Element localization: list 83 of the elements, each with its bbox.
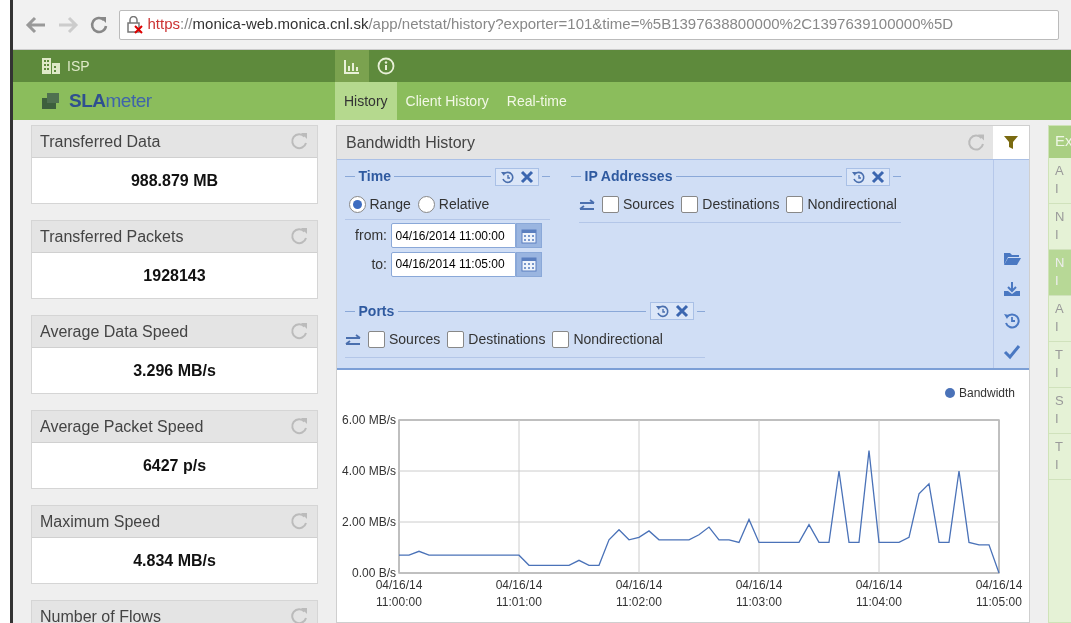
app-logo: SLAmeter xyxy=(69,88,152,113)
calendar-button[interactable] xyxy=(515,223,542,248)
calendar-icon xyxy=(520,256,537,272)
x-tick-label: 04/16/14 11:00:00 xyxy=(374,577,424,611)
option-label: Sources xyxy=(623,195,675,214)
filter-icon xyxy=(1003,134,1019,151)
swap-icon[interactable] xyxy=(345,332,361,346)
stat-value: 3.296 MB/s xyxy=(133,360,216,381)
stat-value: 988.879 MB xyxy=(130,170,219,191)
date-label: to: xyxy=(370,254,387,274)
y-tick-label: 2.00 MB/s xyxy=(341,515,396,529)
radio-button[interactable] xyxy=(348,196,366,213)
panel-title: Bandwidth History xyxy=(346,132,475,153)
history-icon[interactable] xyxy=(1002,312,1021,329)
checkbox[interactable] xyxy=(602,196,619,213)
info-icon[interactable] xyxy=(377,57,395,75)
back-icon[interactable] xyxy=(25,15,47,34)
section-title: Ports xyxy=(358,301,395,321)
checkbox[interactable] xyxy=(447,330,465,348)
close-icon[interactable] xyxy=(519,169,534,184)
stat-title: Transferred Packets xyxy=(40,226,184,247)
x-tick-label: 04/16/14 11:01:00 xyxy=(494,577,544,611)
check-icon[interactable] xyxy=(1002,343,1021,360)
radio-dot xyxy=(352,200,362,209)
organization-label: ISP xyxy=(67,56,90,76)
reload-icon[interactable] xyxy=(89,14,109,35)
radio-button[interactable] xyxy=(417,196,435,213)
close-icon[interactable] xyxy=(870,169,885,184)
nav-tab[interactable]: Real-time xyxy=(497,82,576,120)
option-label: Nondirectional xyxy=(807,195,897,214)
reset-icon[interactable] xyxy=(850,169,865,184)
date-field[interactable]: 04/16/2014 11:05:00 xyxy=(390,251,516,277)
list-item[interactable]: A I xyxy=(1049,158,1071,204)
option-label: Sources xyxy=(389,329,441,349)
reset-icon[interactable] xyxy=(654,304,669,318)
stat-title: Number of Flows xyxy=(40,606,161,623)
close-icon[interactable] xyxy=(674,304,689,318)
list-item[interactable]: N I xyxy=(1049,250,1071,296)
section-title: IP Addresses xyxy=(584,167,673,186)
stat-title: Transferred Data xyxy=(40,131,161,152)
checkbox[interactable] xyxy=(368,330,385,348)
chart-icon[interactable] xyxy=(343,57,361,75)
y-tick-label: 6.00 MB/s xyxy=(341,413,396,427)
checkbox[interactable] xyxy=(681,196,699,213)
checkbox[interactable] xyxy=(786,196,804,213)
x-tick-label: 04/16/14 11:04:00 xyxy=(854,577,904,611)
stat-title: Average Packet Speed xyxy=(40,416,204,437)
checkbox[interactable] xyxy=(552,330,570,348)
list-item[interactable]: T I xyxy=(1049,342,1071,388)
stat-title: Maximum Speed xyxy=(40,511,161,532)
option-label: Destinations xyxy=(702,195,780,214)
calendar-icon xyxy=(520,227,537,244)
x-tick-label: 04/16/14 11:02:00 xyxy=(614,577,664,611)
filter-tab[interactable] xyxy=(993,126,1029,159)
radio-label: Range xyxy=(369,195,411,214)
legend-label[interactable]: Bandwidth xyxy=(958,384,1015,402)
stat-value: 4.834 MB/s xyxy=(133,550,216,571)
folder-icon[interactable] xyxy=(1002,250,1021,267)
date-label: from: xyxy=(354,226,387,245)
y-tick-label: 4.00 MB/s xyxy=(341,464,396,478)
nav-tab[interactable]: History xyxy=(335,82,397,120)
insecure-lock-icon xyxy=(126,15,144,34)
swap-icon[interactable] xyxy=(579,198,595,211)
x-tick-label: 04/16/14 11:05:00 xyxy=(974,577,1024,611)
list-item[interactable]: S I xyxy=(1049,388,1071,434)
list-item[interactable]: T I xyxy=(1049,434,1071,480)
reset-icon[interactable] xyxy=(499,169,514,184)
address-bar[interactable]: https://monica-web.monica.cnl.sk/app/netstat/history?exporter=101&time=%5B1397638800000%2C1397639100000%5D xyxy=(119,9,1059,40)
radio-label: Relative xyxy=(438,195,490,214)
stat-title: Average Data Speed xyxy=(40,321,189,342)
download-icon[interactable] xyxy=(1002,281,1021,298)
stat-value: 6427 p/s xyxy=(142,455,207,476)
building-icon xyxy=(41,57,61,75)
option-label: Nondirectional xyxy=(573,329,663,349)
list-item[interactable]: A I xyxy=(1049,296,1071,342)
calendar-button[interactable] xyxy=(515,251,542,277)
nav-tab[interactable]: Client History xyxy=(396,82,498,120)
date-field[interactable]: 04/16/2014 11:00:00 xyxy=(390,223,516,248)
section-title: Time xyxy=(358,167,391,186)
stat-value: 1928143 xyxy=(143,265,206,286)
x-tick-label: 04/16/14 11:03:00 xyxy=(734,577,784,611)
y-tick-label: 0.00 B/s xyxy=(351,566,396,580)
option-label: Destinations xyxy=(468,329,546,349)
